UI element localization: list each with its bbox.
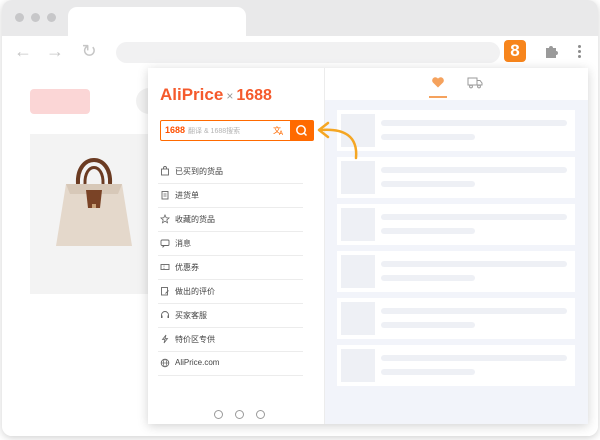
skeleton-card <box>337 345 575 386</box>
address-bar[interactable] <box>116 42 500 63</box>
popup-left-panel: AliPrice × 1688 1688 翻译 & 1688搜索 文 A 已买到的货… <box>148 68 325 424</box>
search-icon <box>296 125 308 137</box>
clipboard-icon <box>161 191 169 200</box>
skeleton-card <box>337 298 575 339</box>
chat-icon[interactable] <box>256 410 265 419</box>
coupon-icon <box>160 264 170 270</box>
aliprice-extension-button[interactable]: 8 <box>504 40 526 62</box>
reload-icon[interactable]: ↻ <box>78 40 100 62</box>
message-icon <box>160 239 170 248</box>
search-prefix: 1688 <box>165 125 186 135</box>
heart-icon[interactable] <box>431 75 445 89</box>
menu-label: 特价区专供 <box>175 335 215 344</box>
skeleton-card <box>337 110 575 151</box>
menu-item-coupons[interactable]: 优惠券 <box>158 256 303 280</box>
browser-toolbar: ← → ↻ 8 <box>2 36 598 68</box>
menu-item-messages[interactable]: 消息 <box>158 232 303 256</box>
menu-label: 已买到的货品 <box>175 167 223 176</box>
search-button[interactable] <box>290 120 314 141</box>
search-placeholder: 翻译 & 1688搜索 <box>188 128 241 135</box>
menu-label: 优惠券 <box>175 263 199 272</box>
popup-right-tabs <box>325 68 588 100</box>
logo-partner: 1688 <box>236 87 272 104</box>
skeleton-card <box>337 157 575 198</box>
svg-text:A: A <box>279 130 284 136</box>
tab-bar <box>2 0 598 36</box>
pointer-arrow-icon <box>317 121 358 160</box>
window-close-dot[interactable] <box>15 13 24 22</box>
translate-icon[interactable]: 文 A <box>273 124 285 136</box>
skeleton-card <box>337 251 575 292</box>
browser-menu-icon[interactable] <box>578 45 582 59</box>
menu-item-customer-service[interactable]: 买家客服 <box>158 304 303 328</box>
skeleton-card <box>337 204 575 245</box>
forward-arrow-icon[interactable]: → <box>44 40 66 62</box>
menu-item-purchase-list[interactable]: 进货单 <box>158 184 303 208</box>
aliprice-1688-logo: AliPrice × 1688 <box>160 85 272 105</box>
menu-label: 消息 <box>175 239 191 248</box>
shopping-bag-icon <box>161 166 169 176</box>
menu-label: 买家客服 <box>175 311 207 320</box>
menu-label: 收藏的货品 <box>175 215 215 224</box>
menu-label: AliPrice.com <box>175 358 220 367</box>
popup-menu: 已买到的货品 进货单 收藏的货品 消息 优惠券 做出的评价 买家客服 特价区专供… <box>158 160 303 376</box>
menu-item-purchased[interactable]: 已买到的货品 <box>158 160 303 184</box>
lightning-icon <box>161 334 169 344</box>
star-icon <box>160 214 170 224</box>
menu-label: 做出的评价 <box>175 287 215 296</box>
active-tab[interactable] <box>68 7 246 36</box>
window-minimize-dot[interactable] <box>31 13 40 22</box>
review-icon <box>161 287 169 296</box>
logo-separator: × <box>226 89 234 103</box>
globe-icon <box>160 358 170 368</box>
menu-item-special-offers[interactable]: 特价区专供 <box>158 328 303 352</box>
page-button[interactable] <box>30 89 90 114</box>
product-card[interactable] <box>30 134 158 294</box>
handbag-image <box>56 158 132 246</box>
customer-service-icon <box>161 311 169 318</box>
popup-footer <box>214 406 277 424</box>
menu-item-favorites[interactable]: 收藏的货品 <box>158 208 303 232</box>
back-arrow-icon[interactable]: ← <box>12 40 34 62</box>
window-maximize-dot[interactable] <box>47 13 56 22</box>
menu-item-aliprice-site[interactable]: AliPrice.com <box>158 352 303 376</box>
settings-icon[interactable] <box>214 410 223 419</box>
truck-icon[interactable] <box>467 76 483 89</box>
puzzle-extensions-icon[interactable] <box>543 42 561 60</box>
menu-label: 进货单 <box>175 191 199 200</box>
active-tab-indicator <box>429 96 447 98</box>
logo-brand: AliPrice <box>160 85 224 104</box>
help-icon[interactable] <box>235 410 244 419</box>
menu-item-reviews[interactable]: 做出的评价 <box>158 280 303 304</box>
